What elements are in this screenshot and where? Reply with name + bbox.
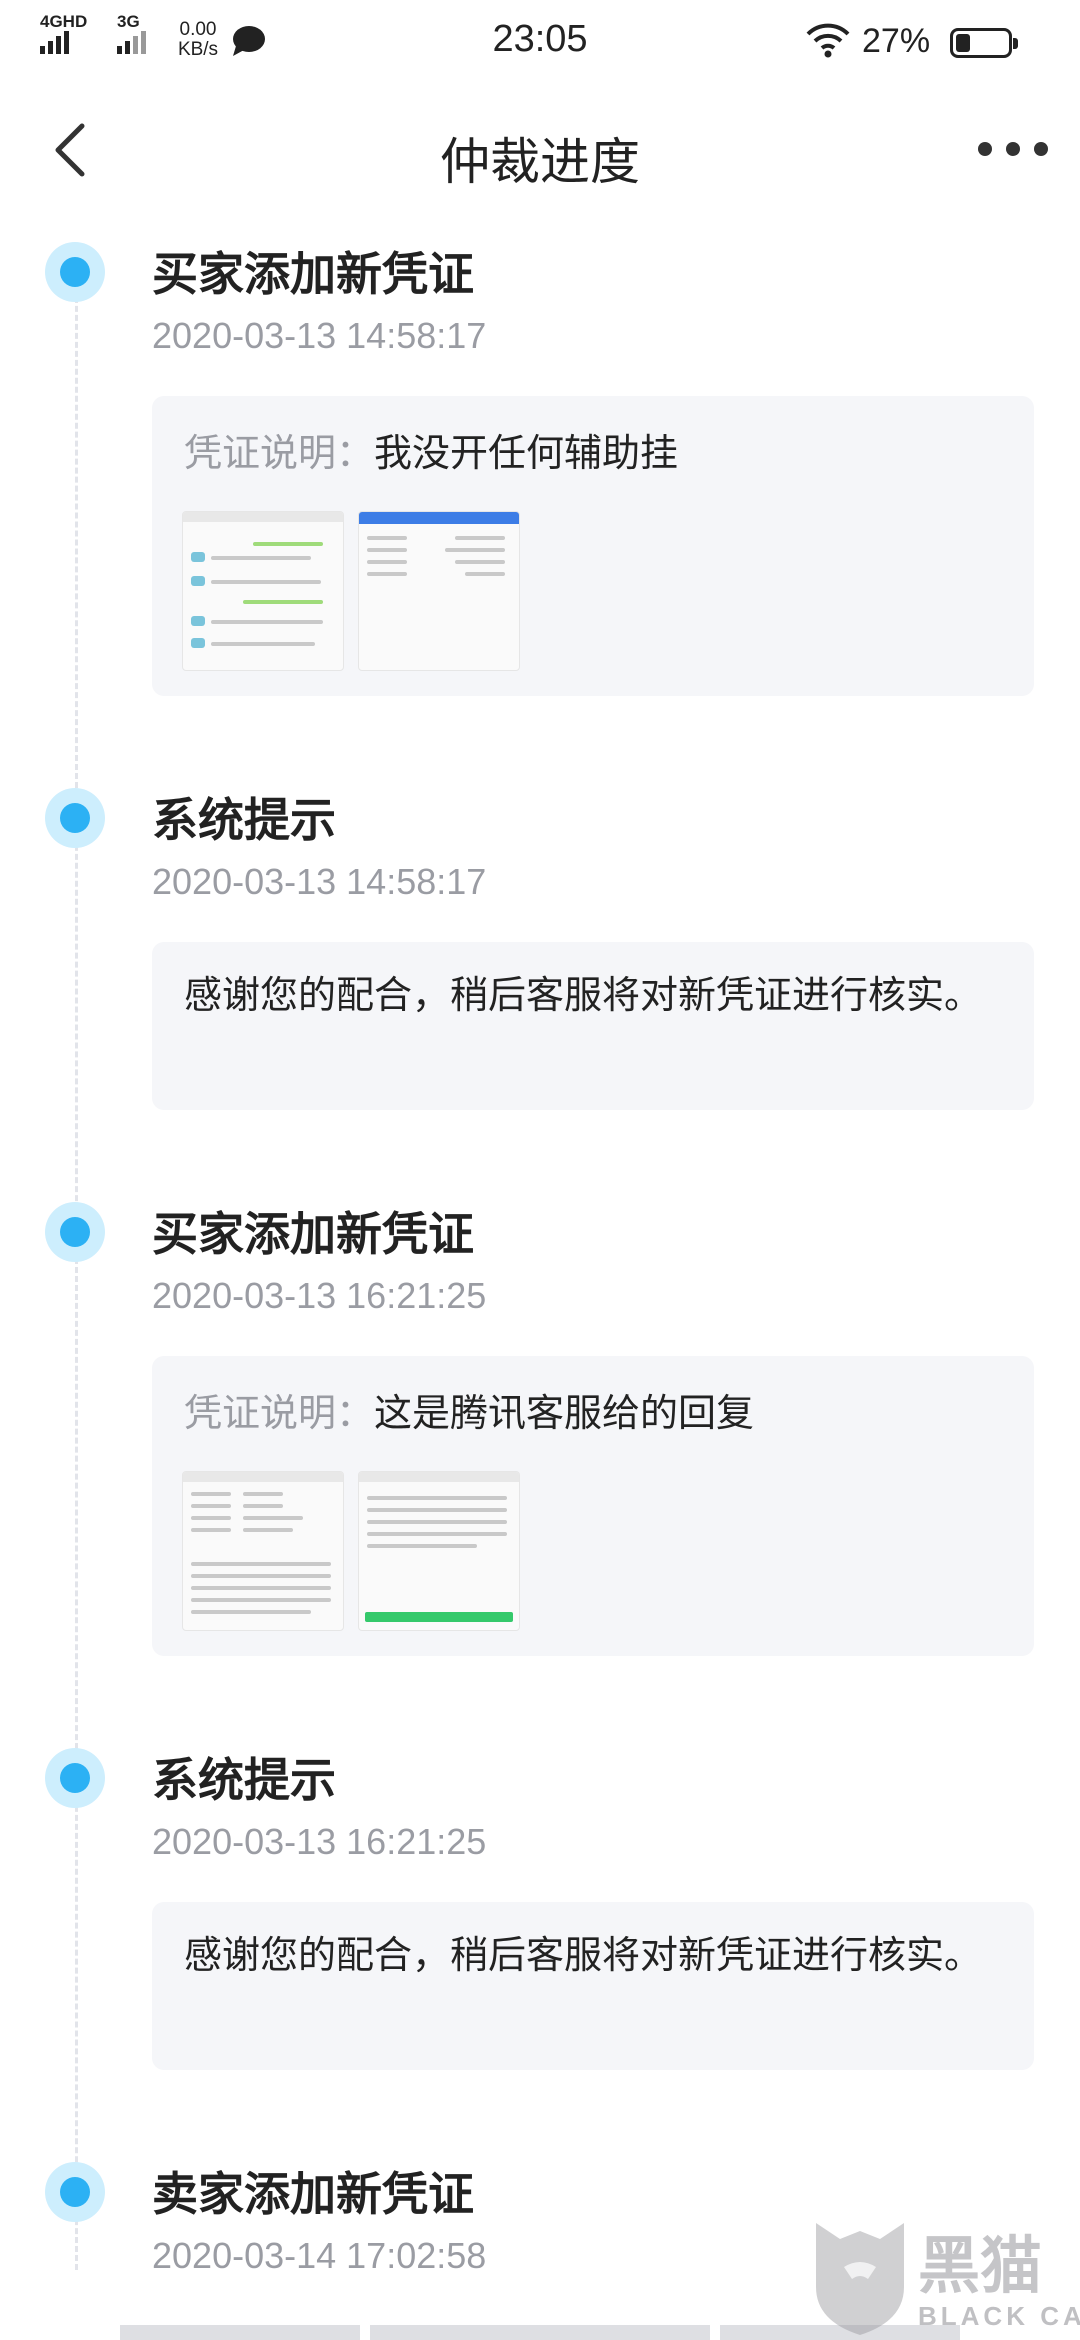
timeline-dot-icon [45,2162,105,2222]
watermark-logo: 黑猫 BLACK CAT [800,2215,1080,2340]
event-title: 买家添加新凭证 [152,247,474,301]
event-time: 2020-03-13 14:58:17 [152,861,487,902]
evidence-desc-value: 我没开任何辅助挂 [374,431,679,475]
cat-shield-icon [816,2223,904,2335]
more-dots-icon [978,142,992,156]
event-time: 2020-03-13 16:21:25 [152,1821,487,1862]
evidence-card: 凭证说明：这是腾讯客服给的回复 [152,1356,1034,1656]
battery-percent: 27% [862,22,931,60]
event-title: 系统提示 [152,1753,336,1807]
timeline-dot-icon [45,1202,105,1262]
timeline-dot-icon [45,1748,105,1808]
watermark-subtext: BLACK CAT [918,2301,1080,2331]
system-message-card: 感谢您的配合，稍后客服将对新凭证进行核实。 [152,1902,1034,2070]
evidence-desc-label: 凭证说明： [184,431,375,475]
system-message-card: 感谢您的配合，稍后客服将对新凭证进行核实。 [152,942,1034,1110]
event-title: 买家添加新凭证 [152,1207,474,1261]
battery-fill [956,34,970,52]
evidence-description: 凭证说明：我没开任何辅助挂 [184,422,678,477]
timeline-dot-icon [45,242,105,302]
arbitration-timeline: 买家添加新凭证 2020-03-13 14:58:17 凭证说明：我没开任何辅助… [0,210,1080,2340]
watermark-text: 黑猫 [918,2229,1043,2302]
evidence-thumbnail[interactable] [358,1471,520,1631]
status-bar: 4GHD 3G 0.00 KB/s 23:05 27% [0,0,1080,90]
battery-icon [950,28,1018,58]
evidence-thumbnail-peek [370,2325,710,2340]
evidence-thumbnail-peek [120,2325,360,2340]
event-title: 系统提示 [152,793,336,847]
event-time: 2020-03-13 16:21:25 [152,1275,487,1316]
evidence-card: 凭证说明：我没开任何辅助挂 [152,396,1034,696]
wifi-icon [806,23,850,58]
event-title: 卖家添加新凭证 [152,2167,474,2221]
timeline-line [75,270,78,2270]
page-title: 仲裁进度 [440,133,640,191]
timeline-dot-icon [45,788,105,848]
evidence-desc-label: 凭证说明： [184,1391,375,1435]
evidence-thumbnail[interactable] [358,511,520,671]
event-time: 2020-03-14 17:02:58 [152,2235,487,2276]
event-time: 2020-03-13 14:58:17 [152,315,487,356]
evidence-desc-value: 这是腾讯客服给的回复 [374,1391,755,1435]
evidence-thumbnail[interactable] [182,1471,344,1631]
more-button[interactable] [978,134,1048,164]
evidence-thumbnail[interactable] [182,511,344,671]
nav-bar: 仲裁进度 [0,90,1080,210]
system-message: 感谢您的配合，稍后客服将对新凭证进行核实。 [184,1933,983,1977]
evidence-description: 凭证说明：这是腾讯客服给的回复 [184,1382,754,1437]
system-message: 感谢您的配合，稍后客服将对新凭证进行核实。 [184,973,983,1017]
